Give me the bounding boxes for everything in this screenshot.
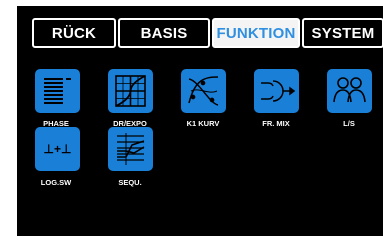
svg-text:⊥+⊥: ⊥+⊥ (44, 142, 72, 156)
logic-switch-icon: ⊥+⊥ (44, 142, 72, 156)
ls-button[interactable] (327, 69, 372, 113)
tab-system[interactable]: SYSTEM (302, 18, 383, 48)
dr-expo-grid-icon (115, 75, 146, 107)
fr-mix-button[interactable] (254, 69, 299, 113)
tab-rueck[interactable]: RÜCK (32, 18, 116, 48)
tab-basis[interactable]: BASIS (118, 18, 210, 48)
sequence-icon (117, 133, 145, 165)
k1-kurv-label: K1 KURV (186, 119, 220, 128)
mix-arrow-icon (261, 80, 296, 102)
menu-screen: RÜCK BASIS FUNKTION SYSTEM PHASE DR/EXPO… (17, 6, 383, 236)
tab-bar: RÜCK BASIS FUNKTION SYSTEM (17, 18, 383, 48)
two-users-icon (333, 77, 366, 103)
tab-funktion[interactable]: FUNKTION (212, 18, 300, 48)
ls-label: L/S (343, 119, 355, 128)
sequ-button[interactable] (108, 127, 153, 171)
log-sw-button[interactable]: ⊥+⊥ (35, 127, 80, 171)
phase-button[interactable] (35, 69, 80, 113)
fr-mix-label: FR. MIX (262, 119, 290, 128)
log-sw-label: LOG.SW (40, 178, 72, 187)
dr-expo-button[interactable] (108, 69, 153, 113)
phase-list-icon (44, 78, 71, 104)
sequ-label: SEQU. (118, 178, 142, 187)
k1-kurv-button[interactable] (181, 69, 226, 113)
curve-icon (188, 76, 219, 106)
